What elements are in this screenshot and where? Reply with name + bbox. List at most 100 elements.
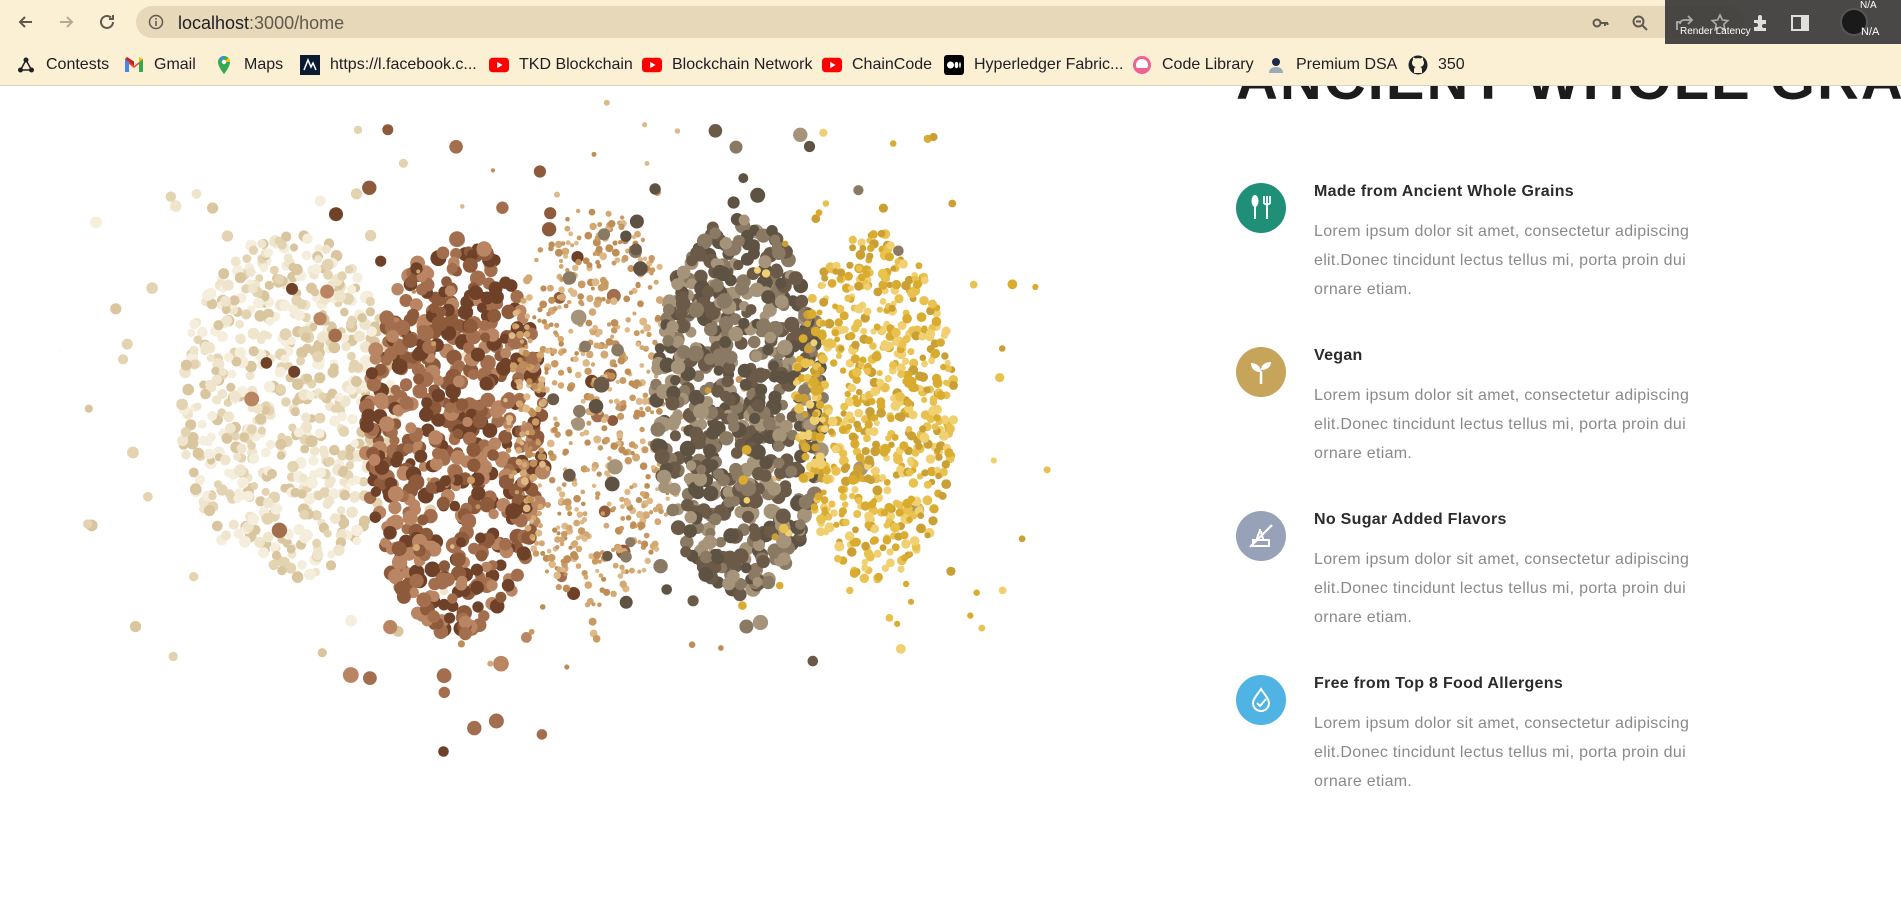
grain	[338, 426, 350, 437]
grain	[591, 278, 600, 287]
grain	[476, 241, 492, 257]
forward-button[interactable]	[54, 10, 78, 34]
grain	[410, 262, 423, 275]
grain	[807, 293, 817, 303]
grain	[405, 276, 417, 288]
grain	[639, 406, 644, 411]
scattered-grain	[819, 128, 828, 137]
key-icon[interactable]	[1592, 14, 1610, 32]
bookmark-contests[interactable]: Contests	[16, 53, 109, 77]
bookmark-tkd-blockchain[interactable]: TKD Blockchain	[489, 53, 633, 77]
grain	[890, 265, 897, 272]
grain	[856, 265, 863, 272]
grain	[479, 377, 493, 391]
grain	[274, 366, 286, 378]
grain	[347, 351, 356, 361]
grain	[487, 449, 499, 461]
grain	[644, 483, 650, 489]
grain	[225, 489, 235, 499]
grain	[840, 402, 849, 411]
scattered-grain	[449, 140, 463, 154]
bookmark-code-library[interactable]: Code Library	[1132, 53, 1254, 77]
grain	[470, 347, 485, 362]
grain	[658, 508, 664, 515]
grain	[257, 239, 267, 249]
grain	[911, 449, 920, 457]
grain	[565, 429, 573, 437]
grain	[876, 408, 886, 418]
scattered-grain	[729, 140, 743, 154]
grain	[319, 445, 328, 455]
scattered-grain	[143, 491, 153, 502]
grain	[870, 386, 880, 397]
site-info-icon[interactable]	[148, 14, 164, 30]
grain	[581, 517, 588, 523]
bookmark-hyperledger-fabric[interactable]: Hyperledger Fabric...	[944, 53, 1123, 77]
grain	[221, 315, 233, 326]
grain	[775, 295, 789, 309]
zoom-icon[interactable]	[1631, 14, 1649, 32]
grain	[337, 271, 347, 281]
grain	[551, 426, 558, 433]
grain	[549, 477, 556, 484]
grain	[948, 415, 959, 425]
extensions-puzzle-icon[interactable]	[1749, 12, 1771, 34]
grain	[944, 448, 954, 458]
grain	[838, 345, 845, 352]
scattered-grain	[998, 586, 1007, 595]
grain	[711, 551, 725, 565]
side-panel-icon[interactable]	[1789, 12, 1811, 34]
grain	[831, 329, 839, 337]
address-bar[interactable]: localhost:3000/home	[136, 6, 1744, 38]
grain	[799, 393, 809, 403]
grain	[689, 426, 704, 441]
grain	[915, 262, 923, 270]
grain	[526, 294, 533, 301]
scattered-grain	[995, 373, 1005, 383]
grain	[916, 312, 927, 323]
grain	[624, 488, 631, 496]
bookmark-blockchain-network[interactable]: Blockchain Network	[642, 53, 813, 77]
grain	[635, 497, 643, 504]
grain	[522, 349, 530, 357]
scattered-grain	[127, 446, 139, 459]
grain	[865, 407, 875, 417]
bookmark-350[interactable]: 350	[1408, 53, 1465, 77]
grain	[849, 568, 860, 578]
grain	[760, 368, 771, 380]
grain	[568, 441, 573, 446]
grain	[562, 584, 571, 593]
bookmark-facebook-link[interactable]: https://l.facebook.c...	[300, 53, 477, 77]
grain	[369, 511, 382, 523]
grain	[478, 610, 490, 622]
grain	[555, 584, 562, 591]
scattered-grain	[562, 271, 577, 285]
back-button[interactable]	[14, 10, 38, 34]
grain	[551, 380, 558, 386]
grain	[470, 563, 483, 576]
grain	[575, 536, 581, 541]
grain	[386, 330, 399, 343]
scattered-grain	[110, 303, 122, 315]
bookmark-maps[interactable]: Maps	[214, 53, 283, 77]
grain	[656, 263, 663, 270]
scattered-grain	[743, 497, 751, 504]
grain	[654, 448, 670, 465]
grain	[408, 499, 421, 512]
grain	[235, 333, 246, 345]
bookmark-gmail[interactable]: Gmail	[124, 53, 196, 77]
grain	[849, 244, 857, 252]
forward-arrow-icon	[60, 16, 74, 28]
grain	[237, 490, 247, 501]
bookmark-premium-dsa[interactable]: Premium DSA	[1266, 53, 1397, 77]
scattered-grain	[607, 459, 623, 475]
grain	[902, 313, 912, 324]
grain	[855, 388, 863, 396]
grain	[449, 231, 465, 248]
grain	[302, 233, 313, 245]
grain	[518, 362, 525, 369]
bookmark-chaincode[interactable]: ChainCode	[822, 53, 932, 77]
reload-button[interactable]	[95, 10, 119, 34]
grain	[773, 440, 784, 452]
grain	[920, 276, 929, 285]
